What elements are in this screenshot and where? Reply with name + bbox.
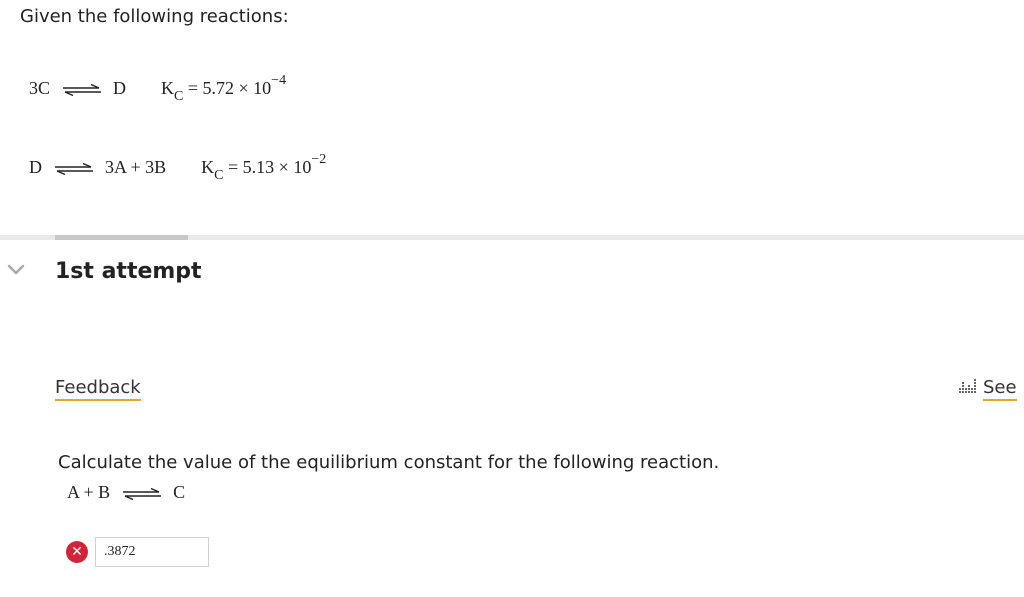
target-reaction: A + B C	[67, 482, 185, 503]
chevron-down-icon[interactable]	[7, 263, 25, 275]
reaction-1-reactant: 3C	[29, 78, 51, 98]
reaction-2-product: 3A + 3B	[105, 157, 167, 177]
question-text: Calculate the value of the equilibrium c…	[58, 452, 720, 473]
error-x-icon: ✕	[66, 541, 88, 563]
intro-text: Given the following reactions:	[20, 6, 289, 27]
attempt-heading: 1st attempt	[55, 259, 202, 284]
equilibrium-arrow-icon	[62, 83, 101, 96]
see-label[interactable]: See	[983, 377, 1017, 401]
equilibrium-arrow-icon	[122, 487, 161, 500]
answer-input[interactable]: .3872	[95, 537, 209, 567]
reaction-1-k-exponent: −4	[271, 73, 287, 88]
reaction-2-k-symbol: K	[201, 157, 215, 177]
reaction-1-k-subscript: C	[174, 89, 184, 104]
reaction-2-k-value: = 5.13 × 10	[228, 157, 312, 177]
reaction-1-k-symbol: K	[161, 78, 175, 98]
reaction-1: 3C D KC = 5.72 × 10−4	[29, 73, 286, 104]
reaction-2-k-exponent: −2	[311, 152, 327, 167]
reaction-1-k-value: = 5.72 × 10	[187, 78, 272, 98]
reaction-2-k-subscript: C	[214, 168, 224, 183]
see-link[interactable]: See	[958, 377, 1017, 401]
feedback-link[interactable]: Feedback	[55, 377, 141, 401]
equilibrium-arrow-icon	[54, 162, 93, 175]
reaction-1-product: D	[113, 78, 127, 98]
reaction-2-reactant: D	[29, 157, 42, 177]
attempt-tab-indicator[interactable]	[55, 235, 188, 240]
bar-chart-icon	[959, 379, 976, 393]
target-reactant: A + B	[67, 482, 111, 502]
target-product: C	[173, 482, 186, 502]
reaction-2: D 3A + 3B KC = 5.13 × 10−2	[29, 152, 326, 183]
